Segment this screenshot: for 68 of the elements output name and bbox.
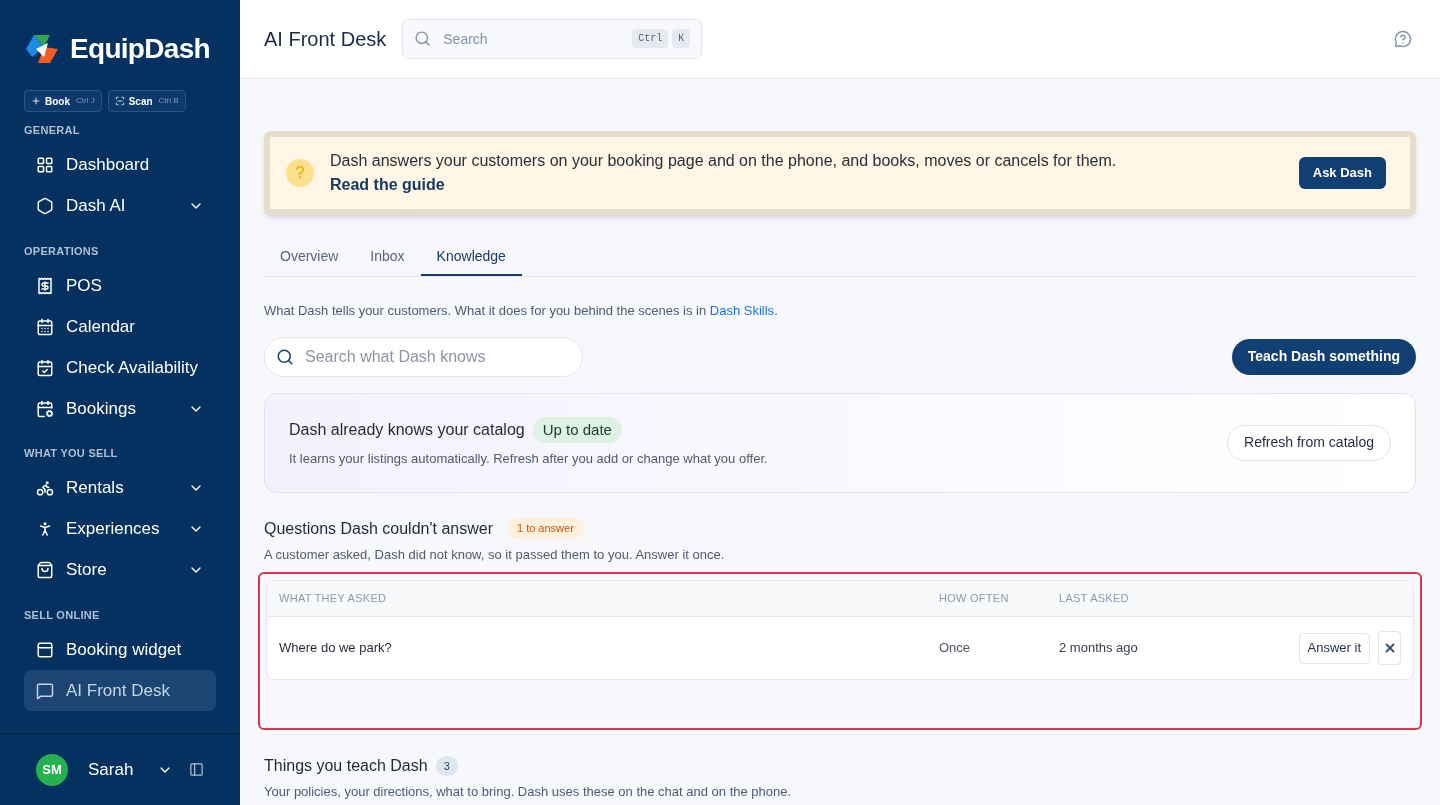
section-title: Questions Dash couldn't answer: [264, 518, 493, 539]
widget-icon: [36, 640, 54, 659]
tab[interactable]: Overview: [264, 239, 355, 276]
scan-icon: [114, 96, 125, 106]
nav-item[interactable]: Rentals: [24, 467, 216, 509]
refresh-button[interactable]: Refresh from catalog: [1227, 424, 1391, 461]
section-description: Your policies, your directions, what to bring. Dash uses these on the chat and on the phone.: [264, 783, 793, 801]
nav-item[interactable]: POS: [24, 265, 216, 306]
close-icon: [1382, 641, 1397, 655]
dismiss-button[interactable]: [1378, 631, 1401, 665]
tab[interactable]: Inbox: [354, 239, 421, 276]
calendar-icon: [36, 317, 54, 336]
help-icon[interactable]: [1394, 30, 1412, 48]
search-icon: [276, 347, 294, 366]
nav-item[interactable]: AI Front Desk: [24, 670, 216, 711]
bike-icon: [36, 479, 54, 497]
plus-icon: [31, 96, 41, 106]
ask-button[interactable]: Ask Dash: [1298, 157, 1386, 189]
guide-link[interactable]: Read the guide: [330, 176, 445, 193]
user-avatar: SM: [36, 753, 68, 786]
status-badge: Up to date: [532, 416, 622, 443]
nav-item[interactable]: Dashboard: [24, 144, 216, 186]
section-heading: WHAT YOU SELL: [23, 446, 119, 461]
table-cell-text: 2 months ago: [1059, 639, 1139, 658]
nav-item[interactable]: Check Availability: [24, 347, 216, 388]
catalog-title: Dash already knows your catalog: [289, 419, 525, 440]
receipt-icon: [36, 276, 54, 295]
catalog-description: It learns your listings automatically. Refresh after you add or change what you offer.: [289, 450, 769, 468]
chat-icon: [36, 681, 54, 700]
calendar-check-icon: [36, 358, 54, 377]
search-icon: [414, 30, 432, 47]
section-heading: OPERATIONS: [23, 243, 100, 259]
sidebar-toggle-icon[interactable]: [189, 762, 204, 777]
nav-item[interactable]: Booking widget: [24, 629, 216, 670]
section-title: Things you teach Dash: [264, 756, 428, 776]
teach-button[interactable]: Teach Dash something: [1231, 338, 1416, 375]
hexagon-icon: [36, 197, 54, 215]
nav-item[interactable]: Store: [24, 549, 216, 591]
page-title: AI Front Desk: [264, 27, 387, 52]
banner-text: Dash answers your customers on your booking page and on the phone, and books, moves or cancels for them.: [330, 151, 1118, 171]
table-cell-text: Where do we park?: [279, 639, 393, 658]
nav-item[interactable]: Dash AI: [24, 185, 216, 227]
section-heading: SELL ONLINE: [23, 607, 101, 623]
question-icon: ?: [286, 159, 314, 187]
user-name: Sarah: [88, 758, 134, 781]
knowledge-search-field[interactable]: Search what Dash knows: [264, 336, 583, 377]
count-badge: 3: [435, 755, 458, 777]
column-header: WHAT THEY ASKED: [279, 591, 388, 607]
quick-action-button[interactable]: Scan Ctrl B: [107, 90, 186, 112]
column-header: HOW OFTEN: [939, 591, 1010, 607]
section-heading: GENERAL: [23, 123, 81, 138]
shortcut-key: Ctrl: [632, 29, 669, 48]
answer-button[interactable]: Answer it: [1298, 632, 1370, 664]
nav-item[interactable]: Bookings: [24, 388, 216, 429]
intro-text: What Dash tells your customers. What it does for you behind the scenes is in Dash Skills.: [264, 302, 779, 320]
nav-item[interactable]: Calendar: [24, 306, 216, 347]
calendar-gear-icon: [36, 399, 54, 418]
grid-icon: [36, 156, 54, 174]
table-cell-text: Once: [939, 639, 972, 658]
count-badge: 1 to answer: [506, 518, 584, 539]
shortcut-key: K: [672, 29, 691, 48]
brand-name: EquipDash: [70, 32, 210, 66]
bag-icon: [36, 561, 54, 579]
tab[interactable]: Knowledge: [420, 239, 522, 276]
column-header: LAST ASKED: [1059, 591, 1130, 607]
nav-item[interactable]: Experiences: [24, 508, 216, 550]
quick-action-button[interactable]: Book Ctrl J: [24, 90, 102, 112]
section-description: A customer asked, Dash did not know, so it passed them to you. Answer it once.: [264, 545, 726, 564]
